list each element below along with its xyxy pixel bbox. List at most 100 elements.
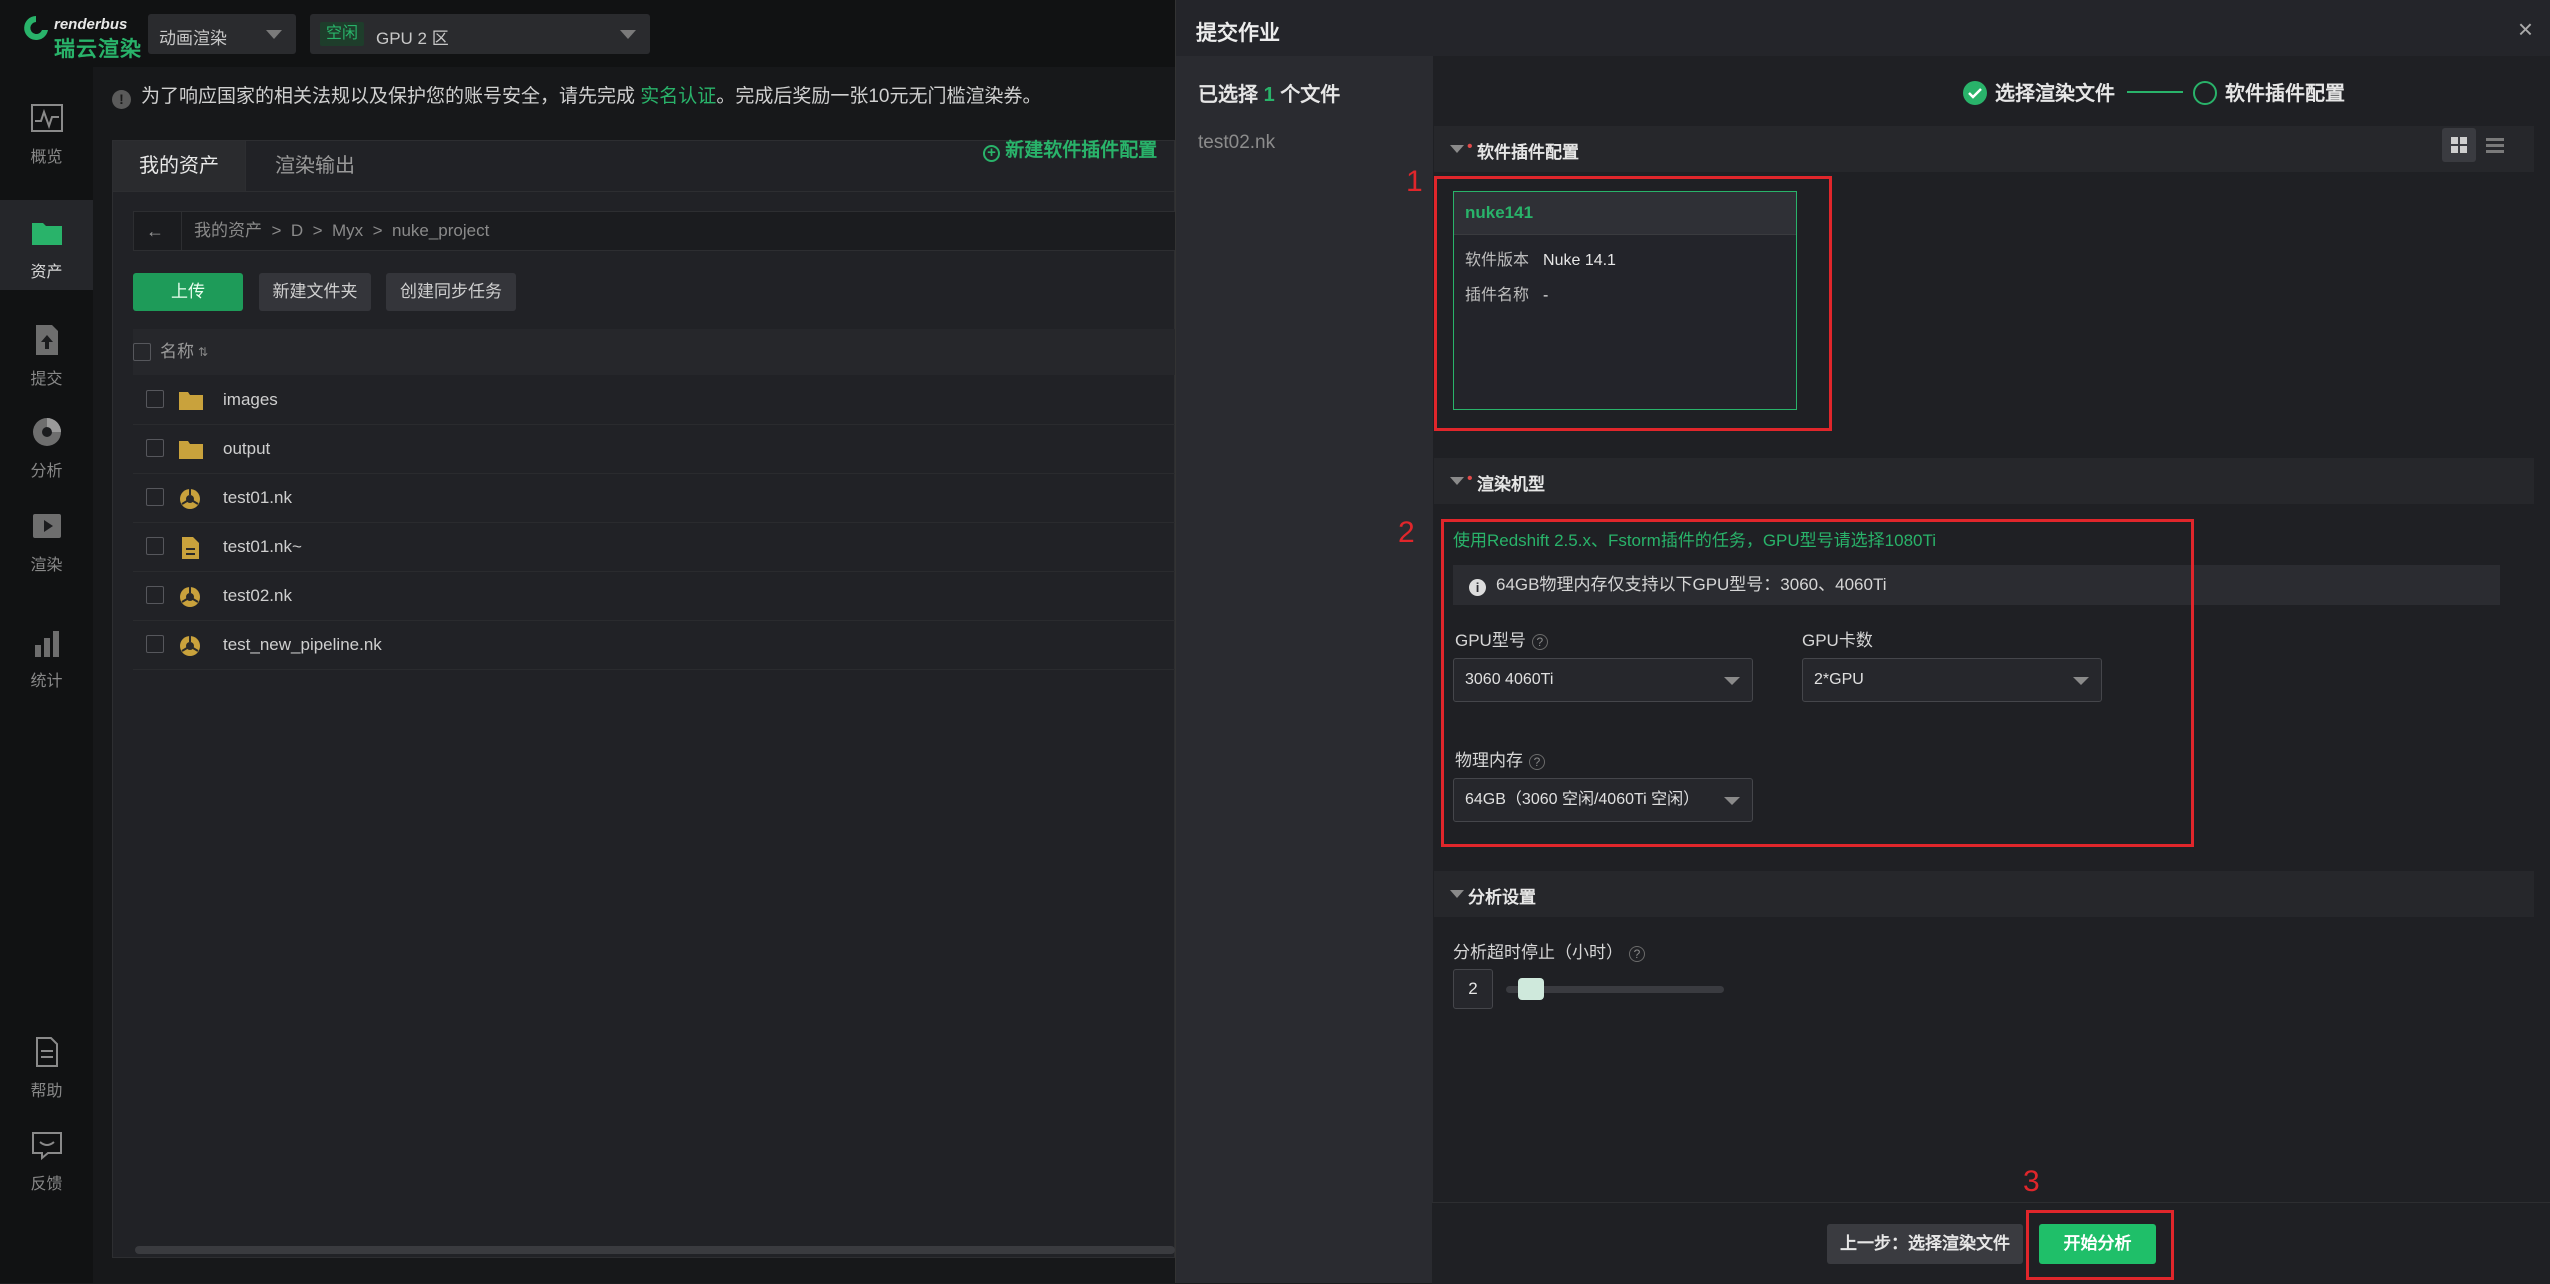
nav-stats[interactable]: 统计 bbox=[0, 609, 93, 699]
step-indicator: 选择渲染文件 软件插件配置 bbox=[1433, 56, 2550, 124]
notice-text-after: 。完成后奖励一张10元无门槛渲染券。 bbox=[716, 86, 1042, 107]
section-title: 软件插件配置 bbox=[1477, 143, 1579, 162]
crumb-sep: > bbox=[312, 221, 323, 240]
selected-file-item[interactable]: test02.nk bbox=[1198, 132, 1275, 154]
collapse-triangle-icon[interactable] bbox=[1450, 145, 1464, 153]
folder-icon bbox=[179, 392, 203, 410]
column-name[interactable]: 名称 bbox=[160, 329, 194, 375]
table-row[interactable]: test_new_pipeline.nk bbox=[133, 620, 1176, 670]
annotation-box-3 bbox=[2026, 1210, 2174, 1280]
prev-step-button[interactable]: 上一步：选择渲染文件 bbox=[1827, 1224, 2023, 1264]
table-row[interactable]: output bbox=[133, 424, 1176, 474]
grid-view-icon[interactable] bbox=[2442, 128, 2476, 162]
nav-assets[interactable]: 资产 bbox=[0, 200, 93, 290]
step-select-render-file: 选择渲染文件 bbox=[1963, 77, 2115, 106]
timeout-input[interactable]: 2 bbox=[1453, 969, 1493, 1009]
row-checkbox[interactable] bbox=[146, 586, 164, 604]
tab-render-output[interactable]: 渲染输出 bbox=[249, 141, 381, 191]
step-software-config: 软件插件配置 bbox=[2193, 77, 2345, 106]
status-badge: 空闲 bbox=[320, 22, 365, 46]
file-name[interactable]: output bbox=[223, 424, 270, 473]
row-checkbox[interactable] bbox=[146, 488, 164, 506]
crumb-d[interactable]: D bbox=[291, 221, 303, 240]
close-icon[interactable]: × bbox=[2518, 14, 2533, 45]
document-icon bbox=[36, 1037, 58, 1067]
view-toggle bbox=[2442, 128, 2512, 162]
file-name[interactable]: images bbox=[223, 375, 278, 424]
timeout-slider-handle[interactable] bbox=[1517, 978, 1544, 1000]
timeout-label: 分析超时停止（小时）? bbox=[1453, 938, 1645, 963]
new-folder-button[interactable]: 新建文件夹 bbox=[259, 273, 371, 311]
left-nav: 概览 资产 提交 分析 渲染 统计 帮助 反馈 bbox=[0, 67, 93, 1283]
nav-label: 提交 bbox=[30, 371, 63, 388]
upload-icon bbox=[36, 325, 58, 355]
folder-icon bbox=[32, 223, 62, 245]
nav-label: 渲染 bbox=[30, 557, 63, 574]
render-mode-dropdown[interactable]: 动画渲染 bbox=[148, 14, 296, 54]
row-checkbox[interactable] bbox=[146, 635, 164, 653]
nav-analyze[interactable]: 分析 bbox=[0, 399, 93, 489]
nuke-file-icon bbox=[180, 636, 200, 656]
zone-dropdown[interactable]: 空闲 GPU 2 区 bbox=[310, 14, 650, 54]
logo-text-cn: 瑞云渲染 bbox=[54, 38, 142, 61]
asset-panel: 我的资产 渲染输出 ← 我的资产 > D > Myx > nuke_projec… bbox=[112, 140, 1176, 1258]
section-title: 分析设置 bbox=[1468, 888, 1536, 907]
help-icon[interactable]: ? bbox=[1629, 945, 1645, 962]
row-checkbox[interactable] bbox=[146, 537, 164, 555]
section-render-machine[interactable]: • 渲染机型 bbox=[1434, 458, 2534, 504]
selected-prefix: 已选择 bbox=[1198, 84, 1258, 106]
verification-link[interactable]: 实名认证 bbox=[640, 86, 716, 107]
horizontal-scrollbar[interactable] bbox=[135, 1246, 1175, 1254]
crumb-current[interactable]: nuke_project bbox=[392, 221, 489, 240]
table-header: 名称 ⇅ bbox=[133, 329, 1176, 375]
feedback-icon bbox=[32, 1132, 62, 1161]
file-icon bbox=[182, 537, 199, 559]
section-software-plugin[interactable]: • 软件插件配置 bbox=[1434, 126, 2534, 172]
info-icon: ! bbox=[112, 90, 131, 109]
nav-label: 反馈 bbox=[30, 1176, 63, 1193]
section-analysis-settings[interactable]: 分析设置 bbox=[1434, 871, 2534, 917]
sort-icon[interactable]: ⇅ bbox=[198, 329, 208, 375]
list-view-icon[interactable] bbox=[2478, 128, 2512, 162]
nuke-file-icon bbox=[180, 489, 200, 509]
annotation-number-1: 1 bbox=[1406, 165, 1423, 198]
nav-label: 分析 bbox=[30, 463, 63, 480]
table-row[interactable]: test02.nk bbox=[133, 571, 1176, 621]
timeout-label-text: 分析超时停止（小时） bbox=[1453, 943, 1623, 962]
plus-circle-icon: + bbox=[983, 145, 1000, 162]
row-checkbox[interactable] bbox=[146, 390, 164, 408]
chevron-down-icon bbox=[620, 30, 636, 39]
row-checkbox[interactable] bbox=[146, 439, 164, 457]
nav-label: 概览 bbox=[30, 149, 63, 166]
logo-mark-icon bbox=[24, 16, 48, 40]
table-row[interactable]: test01.nk bbox=[133, 473, 1176, 523]
nav-help[interactable]: 帮助 bbox=[0, 1019, 93, 1109]
pulse-icon bbox=[31, 104, 63, 132]
tab-my-assets[interactable]: 我的资产 bbox=[113, 141, 246, 191]
crumb-myx[interactable]: Myx bbox=[332, 221, 363, 240]
file-name[interactable]: test02.nk bbox=[223, 571, 292, 620]
crumb-root[interactable]: 我的资产 bbox=[194, 221, 262, 240]
table-row[interactable]: test01.nk~ bbox=[133, 522, 1176, 572]
annotation-number-2: 2 bbox=[1398, 516, 1415, 549]
select-all-checkbox[interactable] bbox=[133, 343, 151, 361]
collapse-triangle-icon[interactable] bbox=[1450, 890, 1464, 898]
required-star: • bbox=[1467, 138, 1473, 155]
nav-render[interactable]: 渲染 bbox=[0, 493, 93, 583]
selected-count: 1 bbox=[1263, 84, 1275, 106]
new-config-label: 新建软件插件配置 bbox=[1005, 140, 1158, 161]
collapse-triangle-icon[interactable] bbox=[1450, 477, 1464, 485]
file-name[interactable]: test_new_pipeline.nk bbox=[223, 620, 382, 669]
file-name[interactable]: test01.nk bbox=[223, 473, 292, 522]
modal-title: 提交作业 bbox=[1196, 22, 1280, 45]
nav-submit[interactable]: 提交 bbox=[0, 307, 93, 397]
new-software-config-button[interactable]: + 新建软件插件配置 bbox=[983, 135, 1157, 162]
table-row[interactable]: images bbox=[133, 375, 1176, 425]
create-sync-task-button[interactable]: 创建同步任务 bbox=[386, 273, 516, 311]
upload-button[interactable]: 上传 bbox=[133, 273, 243, 311]
nav-feedback[interactable]: 反馈 bbox=[0, 1112, 93, 1202]
verification-notice: ! 为了响应国家的相关法规以及保护您的账号安全，请先完成 实名认证。完成后奖励一张… bbox=[112, 81, 1041, 109]
file-name[interactable]: test01.nk~ bbox=[223, 522, 302, 571]
nav-overview[interactable]: 概览 bbox=[0, 85, 93, 175]
back-arrow-icon[interactable]: ← bbox=[146, 212, 164, 250]
